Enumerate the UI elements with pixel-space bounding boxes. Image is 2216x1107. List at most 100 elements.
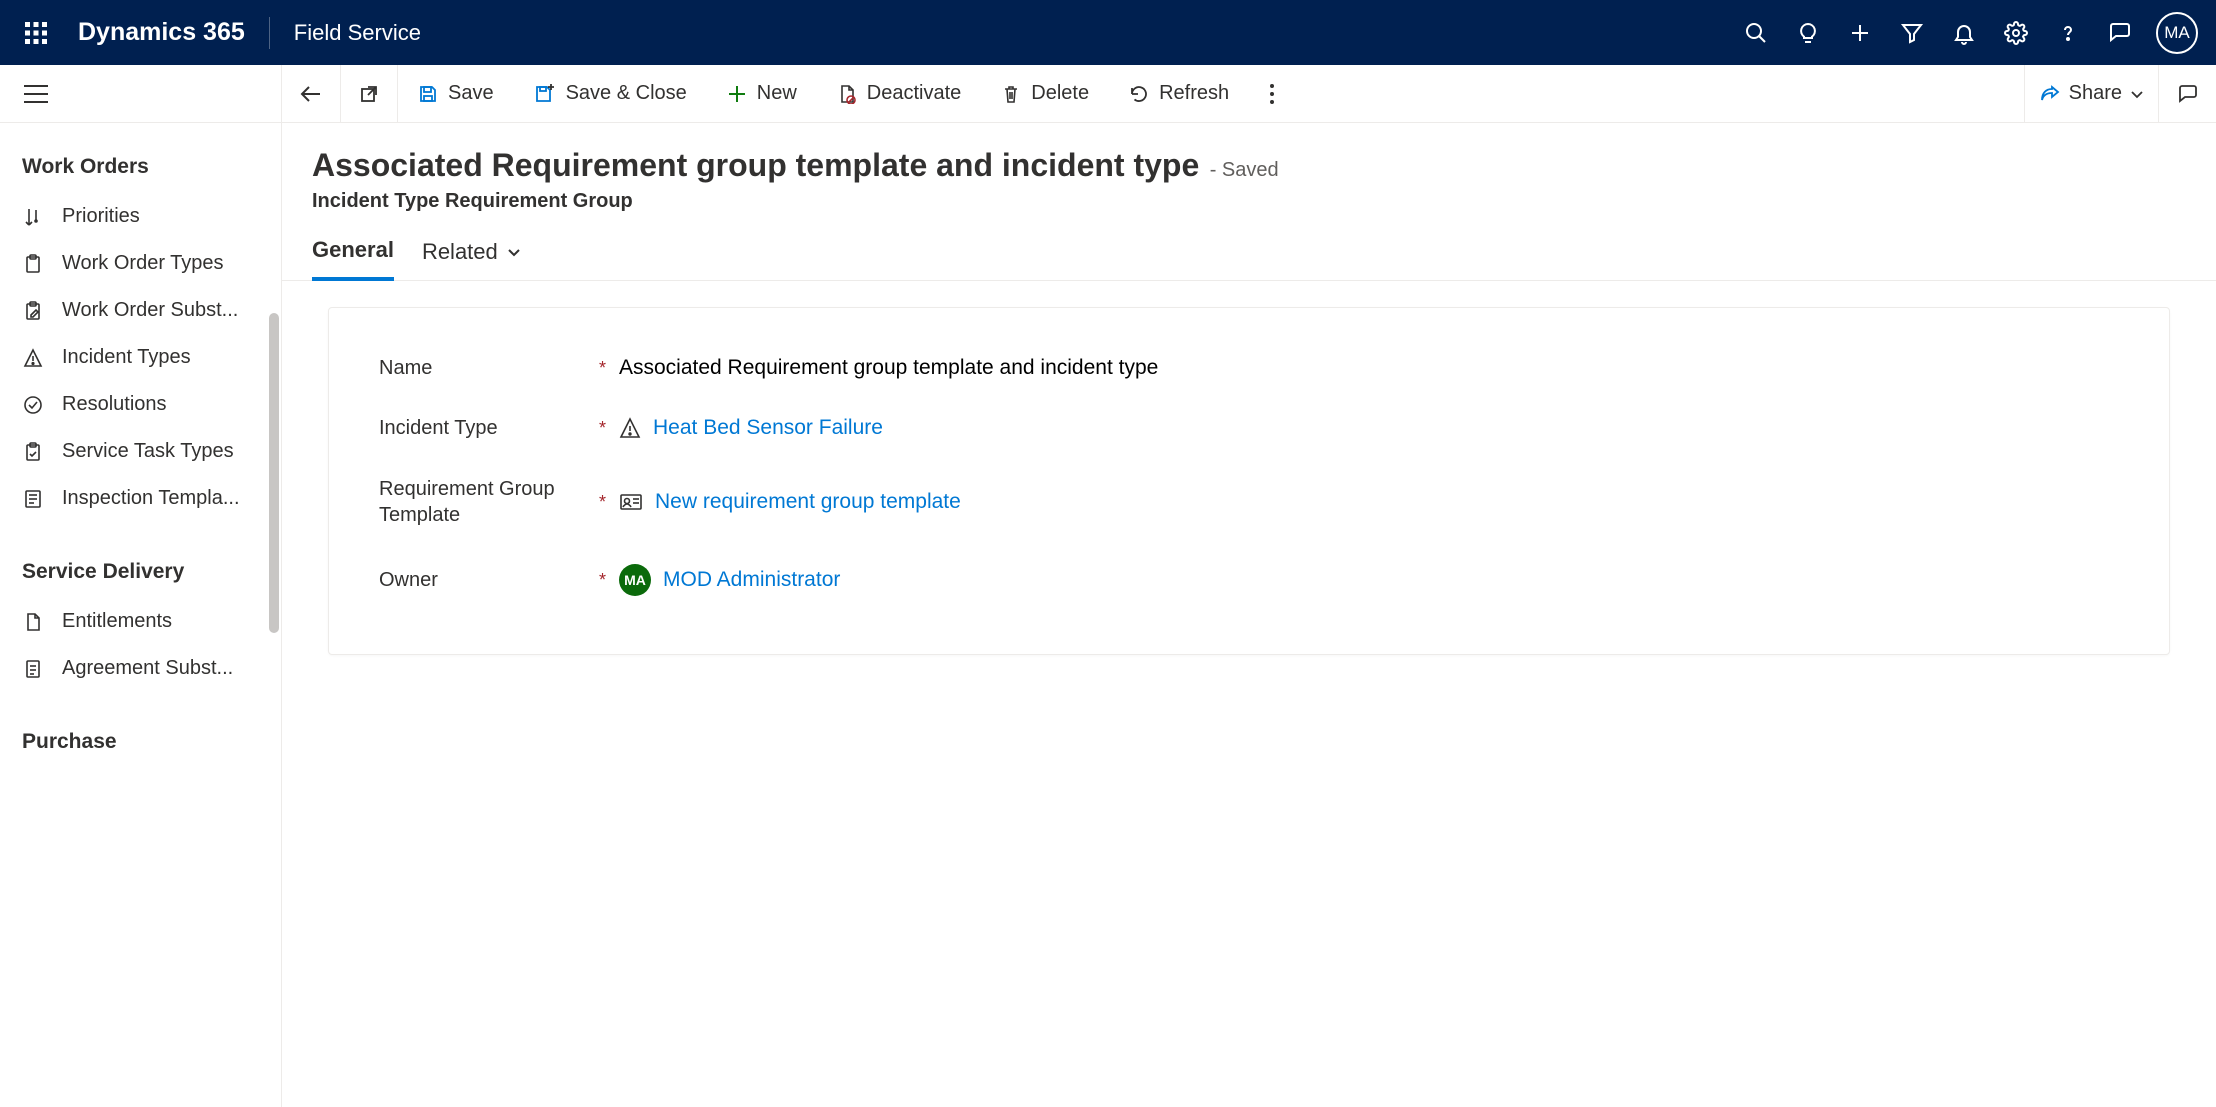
open-in-new-button[interactable] <box>341 65 398 122</box>
warning-icon <box>619 417 641 439</box>
quick-create-button[interactable] <box>1834 9 1886 57</box>
help-button[interactable] <box>2042 9 2094 57</box>
sidebar-scrollbar[interactable] <box>269 313 279 633</box>
owner-lookup[interactable]: MA MOD Administrator <box>619 564 2119 596</box>
warning-icon <box>22 348 44 368</box>
delete-label: Delete <box>1031 82 1089 105</box>
tab-label: General <box>312 237 394 263</box>
back-arrow-icon <box>300 83 322 105</box>
form-tabs: General Related <box>282 213 2216 281</box>
sidebar-item-label: Work Order Subst... <box>62 299 238 322</box>
clipboard-icon <box>22 254 44 274</box>
sidebar-toggle-button[interactable] <box>0 65 281 123</box>
advanced-filter-button[interactable] <box>1886 9 1938 57</box>
field-row-requirement-group-template: Requirement Group Template * New require… <box>379 458 2119 546</box>
global-top-bar: Dynamics 365 Field Service MA <box>0 0 2216 65</box>
sidebar-item-label: Entitlements <box>62 610 172 633</box>
sidebar-item-incident-types[interactable]: Incident Types <box>0 334 281 381</box>
field-label: Incident Type <box>379 417 599 440</box>
deactivate-label: Deactivate <box>867 82 962 105</box>
chevron-down-icon <box>2130 87 2144 101</box>
bell-icon <box>1952 21 1976 45</box>
command-bar: Save Save & Close New <box>282 65 2216 123</box>
clipboard-task-icon <box>22 442 44 462</box>
tab-related[interactable]: Related <box>422 237 522 280</box>
incident-type-link[interactable]: Heat Bed Sensor Failure <box>653 416 883 440</box>
list-icon <box>22 489 44 509</box>
sidebar-item-service-task-types[interactable]: Service Task Types <box>0 428 281 475</box>
deactivate-button[interactable]: Deactivate <box>817 65 982 122</box>
name-input[interactable]: Associated Requirement group template an… <box>619 356 2119 380</box>
new-label: New <box>757 82 797 105</box>
search-icon <box>1744 21 1768 45</box>
name-value: Associated Requirement group template an… <box>619 356 1158 380</box>
sidebar-item-label: Agreement Subst... <box>62 657 233 680</box>
sidebar-item-work-order-substatuses[interactable]: Work Order Subst... <box>0 287 281 334</box>
waffle-icon <box>25 22 47 44</box>
new-button[interactable]: New <box>707 65 817 122</box>
tab-general[interactable]: General <box>312 237 394 281</box>
refresh-icon <box>1129 84 1149 104</box>
vertical-divider <box>269 17 270 49</box>
lightbulb-icon <box>1796 21 1820 45</box>
delete-button[interactable]: Delete <box>981 65 1109 122</box>
document-icon <box>22 612 44 632</box>
field-row-owner: Owner * MA MOD Administrator <box>379 546 2119 614</box>
id-card-icon <box>619 492 643 512</box>
hamburger-icon <box>24 84 48 104</box>
page-title: Associated Requirement group template an… <box>312 147 1199 183</box>
funnel-icon <box>1900 21 1924 45</box>
insights-button[interactable] <box>1782 9 1834 57</box>
save-button[interactable]: Save <box>398 65 514 122</box>
share-icon <box>2039 84 2061 104</box>
priority-icon <box>22 207 44 227</box>
refresh-label: Refresh <box>1159 82 1229 105</box>
nav-group-work-orders: Work Orders <box>0 147 281 193</box>
gear-icon <box>2004 21 2028 45</box>
more-commands-button[interactable] <box>1249 65 1295 122</box>
page-header: Associated Requirement group template an… <box>282 123 2216 213</box>
assistant-pane-button[interactable] <box>2158 65 2216 122</box>
left-sidebar: Work Orders Priorities Work Order Types … <box>0 65 282 1107</box>
sidebar-item-label: Inspection Templa... <box>62 487 240 510</box>
brand-name[interactable]: Dynamics 365 <box>78 18 245 47</box>
document-lines-icon <box>22 659 44 679</box>
nav-group-service-delivery: Service Delivery <box>0 552 281 598</box>
save-icon <box>418 84 438 104</box>
share-button[interactable]: Share <box>2024 65 2158 122</box>
required-indicator: * <box>599 418 619 439</box>
sidebar-item-resolutions[interactable]: Resolutions <box>0 381 281 428</box>
required-indicator: * <box>599 358 619 379</box>
user-avatar[interactable]: MA <box>2156 12 2198 54</box>
question-icon <box>2056 21 2080 45</box>
back-button[interactable] <box>282 65 341 122</box>
refresh-button[interactable]: Refresh <box>1109 65 1249 122</box>
sidebar-item-agreement-substatuses[interactable]: Agreement Subst... <box>0 645 281 692</box>
module-name[interactable]: Field Service <box>294 20 421 46</box>
owner-avatar: MA <box>619 564 651 596</box>
sidebar-item-work-order-types[interactable]: Work Order Types <box>0 240 281 287</box>
search-button[interactable] <box>1730 9 1782 57</box>
chat-icon <box>2176 82 2200 106</box>
more-vertical-icon <box>1269 83 1275 105</box>
sidebar-item-priorities[interactable]: Priorities <box>0 193 281 240</box>
app-launcher-button[interactable] <box>18 15 54 51</box>
incident-type-lookup[interactable]: Heat Bed Sensor Failure <box>619 416 2119 440</box>
settings-button[interactable] <box>1990 9 2042 57</box>
popout-icon <box>359 84 379 104</box>
record-status: - Saved <box>1210 159 1279 181</box>
assistant-button[interactable] <box>2094 9 2146 57</box>
notifications-button[interactable] <box>1938 9 1990 57</box>
req-group-template-link[interactable]: New requirement group template <box>655 490 961 514</box>
save-and-close-button[interactable]: Save & Close <box>514 65 707 122</box>
deactivate-icon <box>837 84 857 104</box>
check-circle-icon <box>22 395 44 415</box>
plus-icon <box>727 84 747 104</box>
sidebar-item-entitlements[interactable]: Entitlements <box>0 598 281 645</box>
nav-group-purchase: Purchase <box>0 722 281 754</box>
owner-link[interactable]: MOD Administrator <box>663 568 840 592</box>
sidebar-item-label: Service Task Types <box>62 440 234 463</box>
sidebar-item-inspection-templates[interactable]: Inspection Templa... <box>0 475 281 522</box>
req-group-template-lookup[interactable]: New requirement group template <box>619 490 2119 514</box>
tab-label: Related <box>422 239 498 265</box>
